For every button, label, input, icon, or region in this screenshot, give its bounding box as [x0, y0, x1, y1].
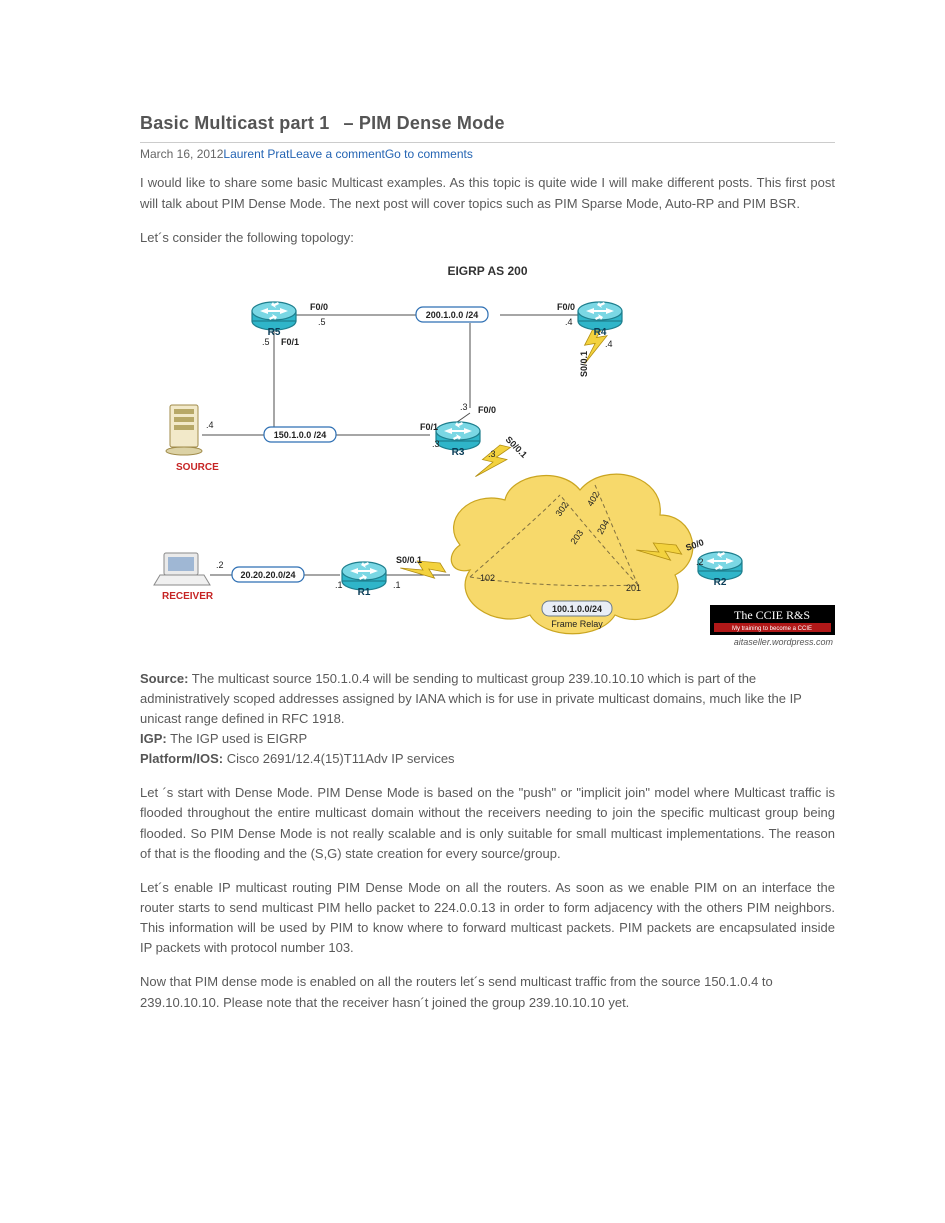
post-title: Basic Multicast part 1 – PIM Dense Mode: [140, 110, 835, 138]
ip-r3-fr: .3: [488, 449, 496, 459]
if-r5-f00: F0/0: [310, 302, 328, 312]
router-r4-icon: [578, 302, 622, 330]
now-paragraph: Now that PIM dense mode is enabled on al…: [140, 972, 835, 1012]
badge-title: The CCIE R&S: [734, 608, 810, 622]
if-r5-f01: F0/1: [281, 337, 299, 347]
diagram-badge: The CCIE R&S My training to become a CCI…: [710, 605, 835, 647]
title-part-1: Basic Multicast part 1: [140, 113, 329, 133]
topology-svg: R5 R4 R3 R1 R2 SOURCE: [140, 285, 840, 655]
badge-url: aitaseller.wordpress.com: [734, 637, 834, 647]
title-part-2: – PIM Dense Mode: [343, 113, 504, 133]
router-r5-label: R5: [268, 327, 281, 338]
frame-relay-caption: Frame Relay: [551, 619, 603, 629]
ip-source: .4: [206, 420, 214, 430]
post-meta: March 16, 2012Laurent PratLeave a commen…: [140, 145, 835, 164]
router-r3-icon: [436, 422, 480, 450]
intro-paragraph: I would like to share some basic Multica…: [140, 173, 835, 213]
igp-label-strong: IGP:: [140, 731, 167, 746]
post-date: March 16, 2012: [140, 147, 223, 161]
ip-r2-fr: .2: [696, 557, 704, 567]
source-text: The multicast source 150.1.0.4 will be s…: [140, 671, 802, 726]
source-label: SOURCE: [176, 462, 219, 473]
source-description: Source: The multicast source 150.1.0.4 w…: [140, 669, 835, 770]
platform-label-strong: Platform/IOS:: [140, 751, 223, 766]
receiver-laptop-icon: [154, 553, 210, 585]
router-r5-icon: [252, 302, 296, 330]
ip-receiver: .2: [216, 560, 224, 570]
router-r2-icon: [698, 552, 742, 580]
subnet-recv: 20.20.20.0/24: [240, 570, 295, 580]
subnet-left: 150.1.0.0 /24: [274, 430, 327, 440]
if-r4-s001: S0/0.1: [579, 350, 589, 376]
ip-r1-fr: .1: [393, 580, 401, 590]
enable-paragraph: Let´s enable IP multicast routing PIM De…: [140, 878, 835, 959]
leave-comment-link[interactable]: Leave a comment: [289, 147, 384, 161]
receiver-label: RECEIVER: [162, 591, 214, 602]
ip-r4-top: .4: [565, 317, 573, 327]
router-r2-label: R2: [714, 577, 727, 588]
subnet-fr: 100.1.0.0/24: [552, 604, 602, 614]
router-r4-label: R4: [594, 327, 607, 338]
diagram-title: EIGRP AS 200: [140, 262, 835, 281]
source-server-icon: [166, 405, 202, 455]
ip-r3-left: .3: [432, 439, 440, 449]
ip-r5-left: .5: [262, 337, 270, 347]
dlci-102: 102: [480, 573, 495, 583]
article: Basic Multicast part 1 – PIM Dense Mode M…: [0, 0, 945, 1067]
igp-text: The IGP used is EIGRP: [167, 731, 307, 746]
source-label-strong: Source:: [140, 671, 188, 686]
if-r3-f00: F0/0: [478, 405, 496, 415]
title-underline: [140, 142, 835, 143]
ip-r4-fr: .4: [605, 339, 613, 349]
ip-r3-top: .3: [460, 402, 468, 412]
topology-diagram: EIGRP AS 200: [140, 262, 835, 661]
if-r1-s001: S0/0.1: [396, 555, 422, 565]
dlci-201: 201: [626, 583, 641, 593]
author-link[interactable]: Laurent Prat: [223, 147, 289, 161]
router-r1-icon: [342, 562, 386, 590]
subnet-top: 200.1.0.0 /24: [426, 310, 479, 320]
consider-paragraph: Let´s consider the following topology:: [140, 228, 835, 248]
dense-mode-paragraph: Let ´s start with Dense Mode. PIM Dense …: [140, 783, 835, 864]
router-r1-label: R1: [358, 587, 371, 598]
ip-r1-lan: .1: [335, 580, 343, 590]
ip-r5-top: .5: [318, 317, 326, 327]
badge-subtitle: My training to become a CCIE: [732, 626, 812, 632]
goto-comments-link[interactable]: Go to comments: [385, 147, 473, 161]
if-r3-f01: F0/1: [420, 422, 438, 432]
router-r3-label: R3: [452, 447, 465, 458]
platform-text: Cisco 2691/12.4(15)T11Adv IP services: [223, 751, 454, 766]
if-r4-f00: F0/0: [557, 302, 575, 312]
